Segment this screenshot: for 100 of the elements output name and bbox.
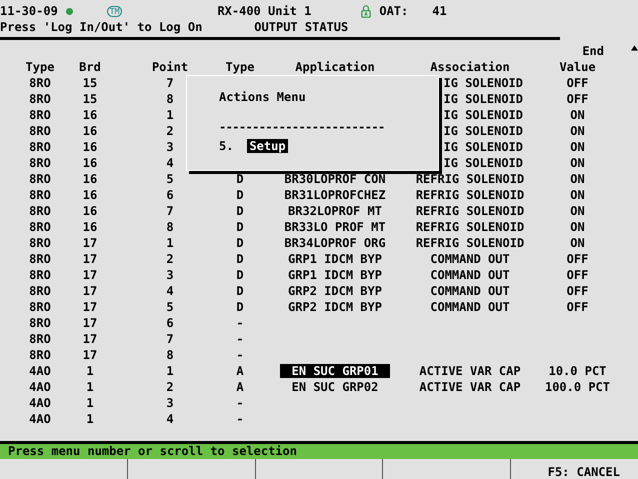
table-cell: - [236, 396, 244, 410]
table-cell: 17 [82, 348, 98, 362]
tm-badge: TM [106, 6, 122, 16]
table-cell: 4 [166, 412, 174, 426]
table-cell: IG SOLENOID [444, 92, 523, 106]
scroll-up-icon[interactable] [631, 45, 638, 51]
menu-separator: ------------------------- [219, 120, 386, 136]
table-cell: OFF [566, 268, 588, 282]
table-cell: OFF [566, 284, 588, 298]
table-cell: 8RO [29, 76, 51, 90]
table-cell: D [236, 236, 244, 250]
table-cell: 6 [166, 188, 174, 202]
table-cell: 17 [82, 332, 98, 346]
table-cell: 16 [82, 124, 98, 138]
table-cell: IG SOLENOID [444, 140, 523, 154]
table-cell: OFF [566, 300, 588, 314]
table-cell: 2 [166, 124, 174, 138]
menu-item[interactable]: Setup [247, 139, 288, 153]
table-cell: D [236, 188, 244, 202]
table-cell: 8RO [29, 108, 51, 122]
table-cell[interactable]: BR30LOPROF CON [284, 172, 386, 186]
table-cell: A [236, 364, 244, 378]
table-cell: 7 [166, 76, 174, 90]
table-cell: 8RO [29, 300, 51, 314]
column-header: Brd [78, 60, 102, 74]
table-cell: OFF [566, 252, 588, 266]
table-cell: D [236, 284, 244, 298]
table-cell: 3 [166, 396, 174, 410]
table-cell: 8RO [29, 252, 51, 266]
table-cell: 2 [166, 380, 174, 394]
table-cell: 8RO [29, 92, 51, 106]
table-cell: 4 [166, 156, 174, 170]
table-cell: - [236, 332, 244, 346]
table-cell: D [236, 300, 244, 314]
table-cell: ON [570, 172, 585, 186]
table-cell: D [236, 172, 244, 186]
table-cell: OFF [566, 92, 588, 106]
table-cell: 8RO [29, 316, 51, 330]
table-cell: - [236, 348, 244, 362]
table-cell: 2 [166, 252, 174, 266]
table-cell: ON [570, 188, 585, 202]
table-cell: 16 [82, 108, 98, 122]
table-cell: 8 [166, 220, 174, 234]
table-cell: 8RO [29, 220, 51, 234]
table-cell: D [236, 268, 244, 282]
table-cell: - [236, 316, 244, 330]
table-cell: IG SOLENOID [444, 76, 523, 90]
oat-label: OAT: [379, 4, 408, 18]
table-cell: 16 [82, 204, 98, 218]
table-cell[interactable]: EN SUC GRP01 [280, 364, 390, 378]
table-cell: REFRIG SOLENOID [416, 172, 524, 186]
table-cell: 17 [82, 268, 98, 282]
table-cell: 4AO [29, 396, 51, 410]
table-cell[interactable]: GRP2 IDCM BYP [288, 300, 382, 314]
table-cell: A [236, 380, 244, 394]
screen-title: OUTPUT STATUS [254, 20, 348, 34]
function-key[interactable]: F5: CANCEL [511, 459, 638, 479]
date-text: 11-30-09 [0, 4, 58, 18]
table-cell[interactable]: GRP2 IDCM BYP [288, 284, 382, 298]
table-cell: REFRIG SOLENOID [416, 188, 524, 202]
status-dot-icon [66, 8, 73, 14]
column-header: Type [24, 60, 56, 74]
unit-name: RX-400 Unit 1 [217, 4, 312, 18]
table-cell: D [236, 252, 244, 266]
table-cell: 17 [82, 300, 98, 314]
table-cell: ACTIVE VAR CAP [419, 380, 521, 394]
table-cell: 1 [86, 396, 94, 410]
table-cell: 4AO [29, 412, 51, 426]
table-cell: D [236, 220, 244, 234]
table-cell: ON [570, 124, 585, 138]
table-cell: COMMAND OUT [430, 284, 510, 298]
table-cell: REFRIG SOLENOID [416, 236, 524, 250]
table-cell: 15 [82, 92, 98, 106]
table-cell[interactable]: GRP1 IDCM BYP [288, 252, 382, 266]
prompt-bar: Press menu number or scroll to selection [0, 441, 638, 459]
table-cell: 8RO [29, 156, 51, 170]
table-cell: IG SOLENOID [444, 108, 523, 122]
table-cell: 10.0 PCT [548, 364, 606, 378]
table-cell: 8RO [29, 124, 51, 138]
column-header: Point [150, 60, 190, 74]
table-cell[interactable]: BR33LO PROF MT [284, 220, 386, 234]
table-cell: 16 [82, 140, 98, 154]
table-cell[interactable]: BR31LOPROFCHEZ [284, 188, 386, 202]
table-cell: COMMAND OUT [430, 252, 510, 266]
table-cell[interactable]: BR34LOPROF ORG [284, 236, 386, 250]
login-hint: Press 'Log In/Out' to Log On [0, 20, 202, 34]
table-cell: 1 [86, 364, 94, 378]
table-cell: 1 [86, 380, 94, 394]
table-cell: 8RO [29, 140, 51, 154]
table-cell: ON [570, 204, 585, 218]
table-cell: 5 [166, 172, 174, 186]
table-cell[interactable]: EN SUC GRP02 [292, 380, 378, 394]
table-cell: 4AO [29, 380, 51, 394]
table-cell: - [236, 412, 244, 426]
table-cell: 8RO [29, 268, 51, 282]
table-cell: 6 [166, 316, 174, 330]
table-cell[interactable]: GRP1 IDCM BYP [288, 268, 382, 282]
table-cell[interactable]: BR32LOPROF MT [288, 204, 382, 218]
table-cell: 8RO [29, 348, 51, 362]
table-cell: IG SOLENOID [444, 156, 523, 170]
